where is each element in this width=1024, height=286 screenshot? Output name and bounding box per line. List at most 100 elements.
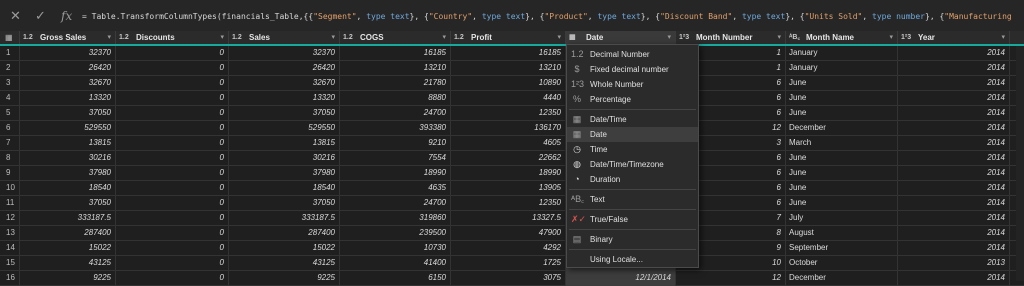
table-cell[interactable]: 24700: [340, 106, 451, 121]
table-cell[interactable]: 287400: [20, 226, 116, 241]
table-row[interactable]: 16 9225 0 9225 6150 3075 12/1/2014 12 December 20…: [0, 271, 1024, 286]
chevron-down-icon[interactable]: ▾: [107, 31, 111, 44]
table-cell[interactable]: 0: [116, 226, 229, 241]
table-cell[interactable]: 2014: [898, 226, 1010, 241]
table-cell[interactable]: 7554: [340, 151, 451, 166]
menu-item-date[interactable]: ▦ Date: [567, 127, 698, 142]
chevron-down-icon[interactable]: ▾: [442, 31, 446, 44]
table-cell[interactable]: 239500: [340, 226, 451, 241]
table-cell[interactable]: 2014: [898, 271, 1010, 286]
table-cell[interactable]: 18540: [20, 181, 116, 196]
vertical-scrollbar[interactable]: [1016, 46, 1024, 281]
table-cell[interactable]: March: [786, 136, 898, 151]
column-header-gross-sales[interactable]: 1.2 Gross Sales ▾: [20, 31, 116, 44]
table-cell[interactable]: 2014: [898, 136, 1010, 151]
table-cell[interactable]: 2014: [898, 241, 1010, 256]
table-cell[interactable]: 9225: [20, 271, 116, 286]
table-cell[interactable]: 26420: [229, 61, 340, 76]
table-cell[interactable]: June: [786, 196, 898, 211]
table-cell[interactable]: 2013: [898, 256, 1010, 271]
chevron-down-icon[interactable]: ▾: [667, 31, 671, 44]
table-cell[interactable]: June: [786, 106, 898, 121]
type-icon[interactable]: 1.2: [119, 32, 129, 43]
table-cell[interactable]: 37050: [229, 196, 340, 211]
chevron-down-icon[interactable]: ▾: [889, 31, 893, 44]
table-cell[interactable]: 22662: [451, 151, 566, 166]
column-header-discounts[interactable]: 1.2 Discounts ▾: [116, 31, 229, 44]
column-header-month-name[interactable]: ᴬB꜀ Month Name ▾: [786, 31, 898, 44]
table-cell[interactable]: 8880: [340, 91, 451, 106]
table-cell[interactable]: 0: [116, 106, 229, 121]
column-header-cogs[interactable]: 1.2 COGS ▾: [340, 31, 451, 44]
table-cell[interactable]: September: [786, 241, 898, 256]
check-icon[interactable]: ✓: [35, 8, 46, 24]
menu-item-percentage[interactable]: % Percentage: [567, 92, 698, 107]
chevron-down-icon[interactable]: ▾: [331, 31, 335, 44]
table-cell[interactable]: 0: [116, 151, 229, 166]
table-cell[interactable]: 16185: [340, 46, 451, 61]
chevron-down-icon[interactable]: ▾: [220, 31, 224, 44]
table-row[interactable]: 7 13815 0 13815 9210 4605 3 March 2014: [0, 136, 1024, 151]
close-icon[interactable]: ✕: [10, 8, 21, 24]
table-cell[interactable]: 2014: [898, 211, 1010, 226]
table-cell[interactable]: 15022: [20, 241, 116, 256]
table-cell[interactable]: 18990: [340, 166, 451, 181]
table-cell[interactable]: 47900: [451, 226, 566, 241]
table-cell[interactable]: 0: [116, 166, 229, 181]
type-icon[interactable]: 1.2: [343, 32, 353, 43]
table-row[interactable]: 14 15022 0 15022 10730 4292 9 September 2014: [0, 241, 1024, 256]
table-cell[interactable]: August: [786, 226, 898, 241]
table-cell[interactable]: 41400: [340, 256, 451, 271]
table-menu-button[interactable]: ▦: [0, 31, 20, 44]
table-cell[interactable]: 13320: [229, 91, 340, 106]
table-row[interactable]: 10 18540 0 18540 4635 13905 6 June 2014: [0, 181, 1024, 196]
table-cell[interactable]: January: [786, 61, 898, 76]
table-cell[interactable]: January: [786, 46, 898, 61]
table-cell[interactable]: 24700: [340, 196, 451, 211]
table-cell[interactable]: 13210: [451, 61, 566, 76]
table-cell[interactable]: 319860: [340, 211, 451, 226]
table-cell[interactable]: 0: [116, 46, 229, 61]
table-cell[interactable]: 13815: [229, 136, 340, 151]
menu-item-duration[interactable]: ◔ Duration: [567, 172, 698, 187]
table-cell[interactable]: 43125: [229, 256, 340, 271]
table-cell[interactable]: 12/1/2014: [566, 271, 676, 286]
table-cell[interactable]: 2014: [898, 91, 1010, 106]
table-cell[interactable]: 0: [116, 241, 229, 256]
menu-item-date-time-timezone[interactable]: ◍ Date/Time/Timezone: [567, 157, 698, 172]
table-cell[interactable]: 333187.5: [229, 211, 340, 226]
table-cell[interactable]: 12: [676, 271, 786, 286]
table-row[interactable]: 1 32370 0 32370 16185 16185 1 January 2014: [0, 46, 1024, 61]
menu-item-time[interactable]: ◷ Time: [567, 142, 698, 157]
table-cell[interactable]: 9210: [340, 136, 451, 151]
table-cell[interactable]: 32370: [229, 46, 340, 61]
table-cell[interactable]: 529550: [229, 121, 340, 136]
table-cell[interactable]: 13327.5: [451, 211, 566, 226]
table-cell[interactable]: 37050: [20, 196, 116, 211]
menu-item-decimal-number[interactable]: 1.2 Decimal Number: [567, 47, 698, 62]
table-cell[interactable]: June: [786, 151, 898, 166]
table-cell[interactable]: 30216: [229, 151, 340, 166]
table-row[interactable]: 11 37050 0 37050 24700 12350 6 June 2014: [0, 196, 1024, 211]
table-row[interactable]: 3 32670 0 32670 21780 10890 6 June 2014: [0, 76, 1024, 91]
table-row[interactable]: 9 37980 0 37980 18990 18990 6 June 2014: [0, 166, 1024, 181]
table-cell[interactable]: June: [786, 91, 898, 106]
chevron-down-icon[interactable]: ▾: [557, 31, 561, 44]
table-cell[interactable]: 18540: [229, 181, 340, 196]
type-icon[interactable]: 1.2: [23, 32, 33, 43]
table-cell[interactable]: June: [786, 166, 898, 181]
table-cell[interactable]: 0: [116, 76, 229, 91]
table-cell[interactable]: 12350: [451, 196, 566, 211]
table-cell[interactable]: 2014: [898, 196, 1010, 211]
table-cell[interactable]: 12350: [451, 106, 566, 121]
table-cell[interactable]: 18990: [451, 166, 566, 181]
type-icon[interactable]: ᴬB꜀: [789, 32, 800, 43]
table-cell[interactable]: 4635: [340, 181, 451, 196]
table-cell[interactable]: 0: [116, 196, 229, 211]
table-cell[interactable]: 26420: [20, 61, 116, 76]
table-cell[interactable]: 37050: [229, 106, 340, 121]
table-cell[interactable]: 2014: [898, 61, 1010, 76]
table-row[interactable]: 12 333187.5 0 333187.5 319860 13327.5 7 July 201…: [0, 211, 1024, 226]
table-cell[interactable]: 2014: [898, 76, 1010, 91]
table-cell[interactable]: 0: [116, 136, 229, 151]
